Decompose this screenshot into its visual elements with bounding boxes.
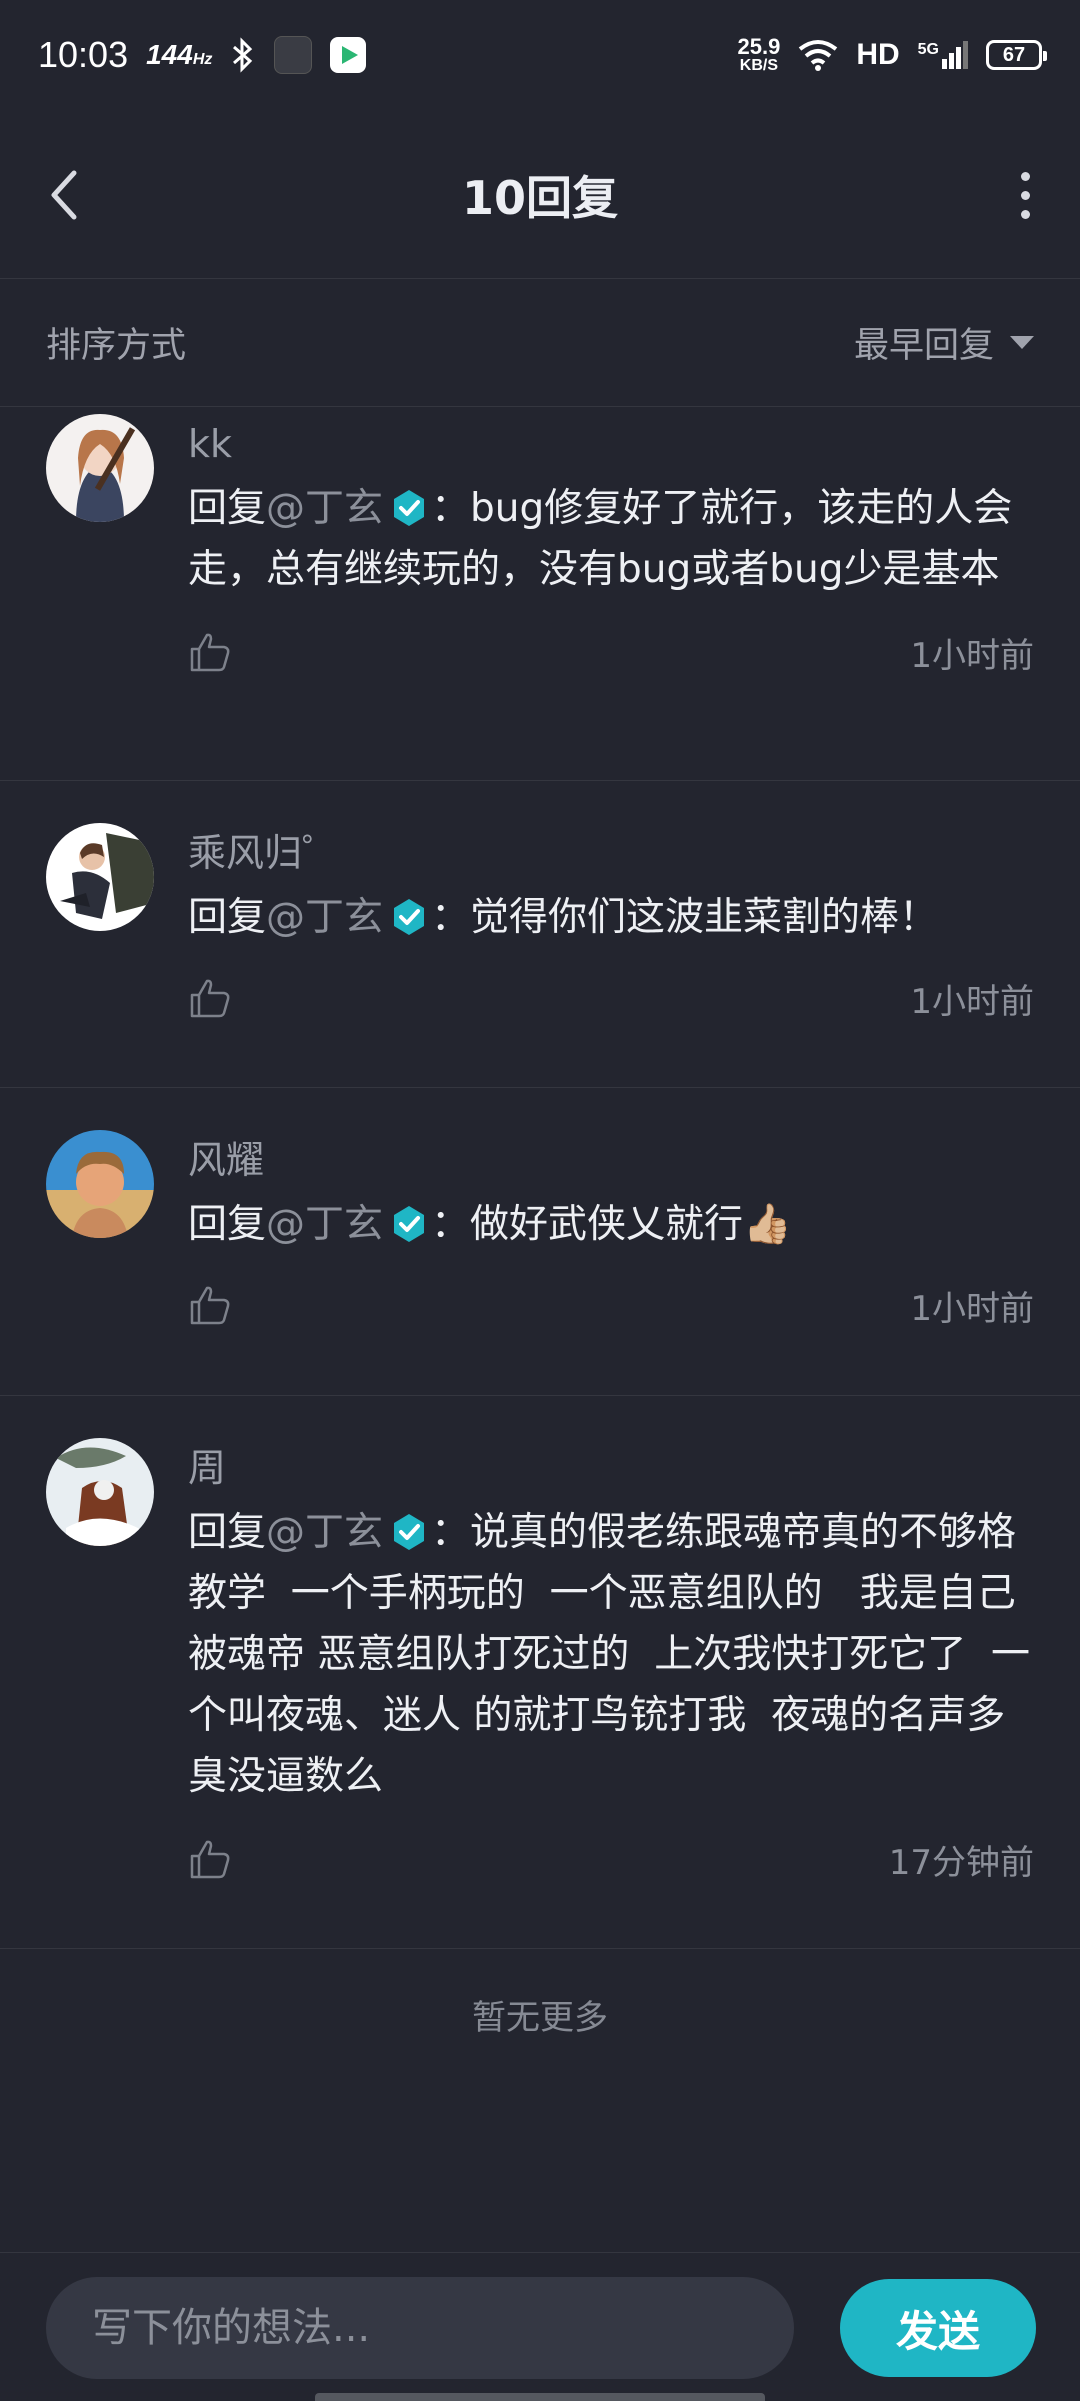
comment-username[interactable]: 周 bbox=[188, 1440, 1034, 1496]
signal-icon bbox=[942, 41, 968, 69]
reply-prefix: 回复 bbox=[188, 486, 267, 531]
comment-meta: 17分钟前 bbox=[188, 1819, 1034, 1899]
thumbs-up-icon[interactable] bbox=[188, 976, 232, 1020]
net-speed: 25.9 KB/S bbox=[737, 36, 780, 74]
comment-item: kk 回复@丁玄 ：bug修复好了就行，该走的人会走，总有继续玩的，没有bug或者… bbox=[0, 408, 1080, 781]
reply-input[interactable] bbox=[46, 2277, 794, 2379]
sort-label: 排序方式 bbox=[46, 326, 187, 366]
sort-bar: 排序方式 最早回复 bbox=[0, 279, 1080, 407]
refresh-rate: 144Hz bbox=[146, 39, 212, 71]
more-dot bbox=[1020, 171, 1030, 181]
avatar-image bbox=[46, 1438, 154, 1546]
video-app-icon bbox=[330, 37, 367, 73]
hd-indicator: HD bbox=[856, 38, 900, 71]
bluetooth-icon bbox=[233, 37, 253, 73]
thumbs-up-icon[interactable] bbox=[188, 1837, 232, 1881]
comment-text: 回复@丁玄 ：说真的假老练跟魂帝真的不够格教学 一个手柄玩的 一个恶意组队的 我是… bbox=[188, 1502, 1034, 1807]
sort-dropdown[interactable]: 最早回复 bbox=[854, 317, 1034, 368]
comment-time: 17分钟前 bbox=[888, 1842, 1034, 1883]
comment-list: kk 回复@丁玄 ：bug修复好了就行，该走的人会走，总有继续玩的，没有bug或者… bbox=[0, 408, 1080, 1949]
comment-meta: 1小时前 bbox=[188, 1265, 1034, 1345]
reply-prefix: 回复 bbox=[188, 1510, 267, 1555]
thumbs-up-icon[interactable] bbox=[188, 630, 232, 674]
comment-item: 周 回复@丁玄 ：说真的假老练跟魂帝真的不够格教学 一个手柄玩的 一个恶意组队的 … bbox=[0, 1396, 1080, 1949]
comment-item: 风耀 回复@丁玄 ：做好武侠乂就行👍🏼 1小时前 bbox=[0, 1088, 1080, 1396]
mention-link[interactable]: @丁玄 bbox=[266, 895, 383, 940]
net-speed-unit: KB/S bbox=[739, 57, 779, 74]
avatar[interactable] bbox=[46, 823, 154, 931]
no-more-label: 暂无更多 bbox=[472, 1998, 608, 2038]
comment-body: ：做好武侠乂就行👍🏼 bbox=[431, 1202, 792, 1247]
avatar-image bbox=[46, 823, 154, 931]
wifi-icon bbox=[799, 40, 838, 71]
sort-selected-value: 最早回复 bbox=[853, 326, 994, 366]
more-options-button[interactable] bbox=[1000, 165, 1050, 225]
comment-text: 回复@丁玄 ：做好武侠乂就行👍🏼 bbox=[188, 1194, 1034, 1255]
page-title: 10回复 bbox=[461, 171, 618, 225]
avatar-image bbox=[46, 414, 154, 522]
verified-badge-icon bbox=[394, 1206, 425, 1242]
mention-link[interactable]: @丁玄 bbox=[266, 1202, 383, 1247]
caret-down-icon bbox=[1010, 336, 1034, 349]
app-notification-icon bbox=[274, 36, 313, 74]
send-button[interactable]: 发送 bbox=[840, 2279, 1036, 2377]
status-right: 25.9 KB/S HD 5G 67 bbox=[737, 36, 1047, 74]
verified-badge-icon bbox=[394, 1514, 425, 1550]
header: 10回复 bbox=[0, 110, 1080, 279]
refresh-rate-value: 144 bbox=[146, 39, 193, 70]
avatar[interactable] bbox=[46, 1130, 154, 1238]
mention-link[interactable]: @丁玄 bbox=[266, 486, 383, 531]
comment-item: 乘风归゜ 回复@丁玄 ：觉得你们这波韭菜割的棒！ 1小时前 bbox=[0, 781, 1080, 1088]
comment-time: 1小时前 bbox=[910, 981, 1034, 1022]
verified-badge-icon bbox=[394, 899, 425, 935]
reply-prefix: 回复 bbox=[188, 1202, 267, 1247]
avatar[interactable] bbox=[46, 1438, 154, 1546]
reply-prefix: 回复 bbox=[188, 895, 267, 940]
avatar[interactable] bbox=[46, 414, 154, 522]
thumbs-up-icon[interactable] bbox=[188, 1283, 232, 1327]
comment-meta: 1小时前 bbox=[188, 612, 1034, 692]
signal-indicator: 5G bbox=[918, 41, 968, 69]
battery-icon: 67 bbox=[986, 40, 1047, 70]
verified-badge-icon bbox=[394, 490, 425, 526]
more-dot bbox=[1020, 190, 1030, 200]
comment-time: 1小时前 bbox=[910, 635, 1034, 676]
status-time: 10:03 bbox=[38, 34, 129, 75]
comment-meta: 1小时前 bbox=[188, 958, 1034, 1038]
mention-link[interactable]: @丁玄 bbox=[266, 1510, 383, 1555]
refresh-rate-unit: Hz bbox=[192, 51, 213, 68]
status-left: 10:03 144Hz bbox=[38, 34, 367, 76]
net-speed-value: 25.9 bbox=[737, 34, 781, 59]
comment-username[interactable]: 风耀 bbox=[188, 1132, 1034, 1188]
avatar-image bbox=[46, 1130, 154, 1238]
reply-input-bar: 发送 bbox=[0, 2252, 1080, 2401]
more-dot bbox=[1020, 209, 1030, 219]
comment-time: 1小时前 bbox=[910, 1288, 1034, 1329]
comment-text: 回复@丁玄 ：bug修复好了就行，该走的人会走，总有继续玩的，没有bug或者bug… bbox=[188, 478, 1034, 600]
comment-text: 回复@丁玄 ：觉得你们这波韭菜割的棒！ bbox=[188, 887, 1034, 948]
comment-username[interactable]: 乘风归゜ bbox=[188, 825, 1034, 881]
comment-body: ：觉得你们这波韭菜割的棒！ bbox=[431, 895, 939, 940]
status-bar: 10:03 144Hz 25.9 KB/S HD 5G 67 bbox=[0, 0, 1080, 110]
comment-username[interactable]: kk bbox=[188, 416, 1034, 472]
network-type: 5G bbox=[917, 41, 939, 58]
